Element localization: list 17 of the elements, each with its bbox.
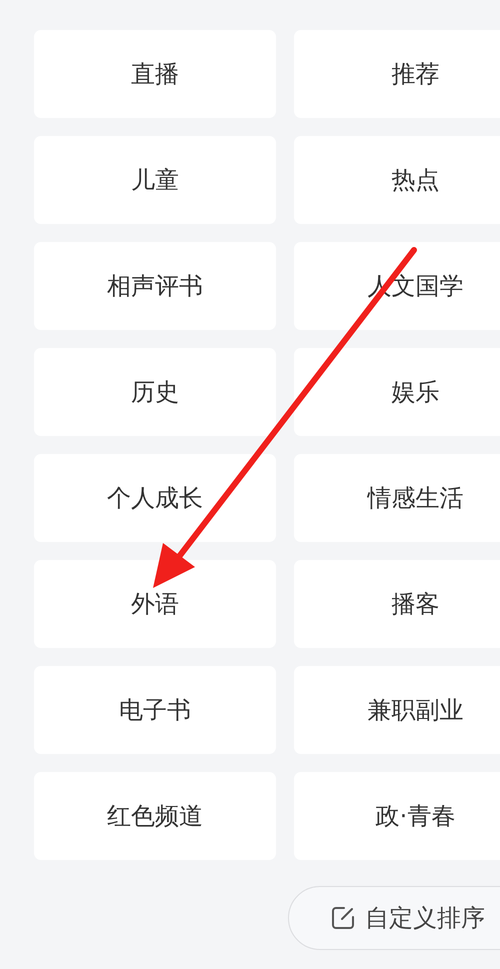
custom-sort-button[interactable]: 自定义排序 xyxy=(288,886,500,950)
category-button[interactable]: 推荐 xyxy=(294,30,500,118)
category-button[interactable]: 个人成长 xyxy=(34,454,276,542)
category-button[interactable]: 娱乐 xyxy=(294,348,500,436)
category-button[interactable]: 外语 xyxy=(34,560,276,648)
category-button[interactable]: 电子书 xyxy=(34,666,276,754)
category-button[interactable]: 红色频道 xyxy=(34,772,276,860)
category-button[interactable]: 播客 xyxy=(294,560,500,648)
category-button[interactable]: 政·青春 xyxy=(294,772,500,860)
category-button[interactable]: 情感生活 xyxy=(294,454,500,542)
category-button[interactable]: 相声评书 xyxy=(34,242,276,330)
category-button[interactable]: 热点 xyxy=(294,136,500,224)
category-button[interactable]: 兼职副业 xyxy=(294,666,500,754)
category-button[interactable]: 历史 xyxy=(34,348,276,436)
category-button[interactable]: 直播 xyxy=(34,30,276,118)
edit-icon xyxy=(331,906,355,930)
category-button[interactable]: 儿童 xyxy=(34,136,276,224)
